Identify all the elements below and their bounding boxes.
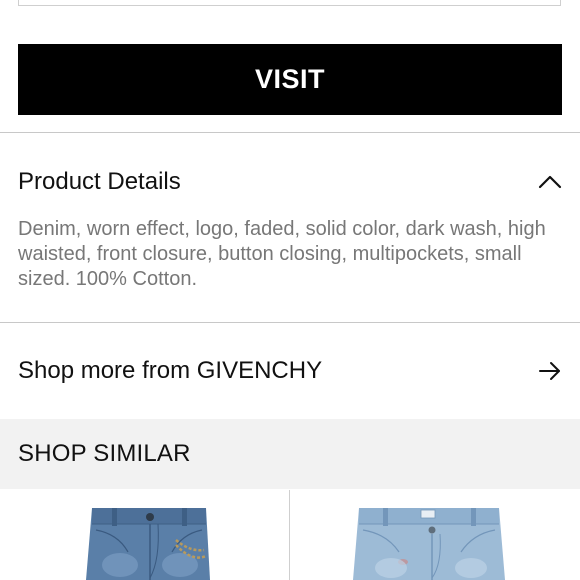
similar-product-card[interactable] [0,490,289,580]
divider [0,132,580,133]
shop-similar-title: SHOP SIMILAR [18,440,191,467]
product-details-title[interactable]: Product Details [18,168,181,197]
chevron-up-icon[interactable] [538,172,562,190]
divider [0,322,580,323]
input-box-partial[interactable] [18,0,561,6]
shop-more-link[interactable]: Shop more from GIVENCHY [18,357,322,386]
product-details-description: Denim, worn effect, logo, faded, solid c… [18,218,546,290]
light-wash-jeans-image [353,508,505,580]
product-page: VISIT Product Details Denim, worn effect… [0,0,580,580]
visit-button[interactable]: VISIT [18,44,562,115]
dark-wash-jeans-image [86,508,210,580]
card-divider [289,490,290,580]
arrow-right-icon[interactable] [538,360,562,382]
similar-product-card[interactable] [291,490,580,580]
